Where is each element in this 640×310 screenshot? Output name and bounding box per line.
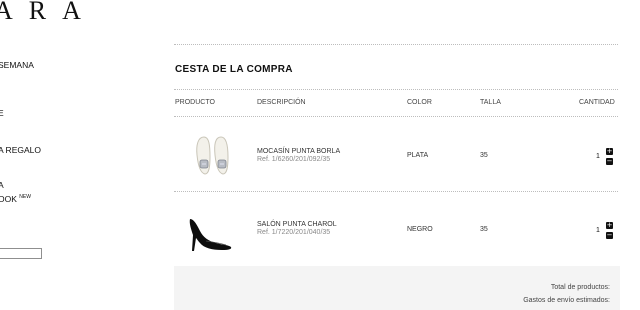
- product-size: 35: [480, 152, 488, 159]
- col-header-description: DESCRIPCIÓN: [257, 99, 306, 106]
- sidebar-nav: SEMANA E A REGALO A OOK NEW: [0, 0, 60, 310]
- sidebar-item-lookbook[interactable]: OOK NEW: [0, 192, 31, 205]
- quantity-value: 1: [596, 153, 600, 160]
- product-ref: Ref. 1/6260/201/092/35: [257, 156, 331, 163]
- sidebar-item-a[interactable]: A: [0, 180, 4, 191]
- sidebar-item-e[interactable]: E: [0, 108, 4, 119]
- divider: [174, 191, 618, 192]
- product-size: 35: [480, 226, 488, 233]
- pump-shoe-icon[interactable]: [186, 215, 234, 253]
- product-ref: Ref. 1/7220/201/040/35: [257, 229, 331, 236]
- product-color: NEGRO: [407, 226, 433, 233]
- sidebar-item-semana[interactable]: SEMANA: [0, 60, 34, 71]
- col-header-quantity: CANTIDAD: [579, 99, 615, 106]
- page-title: CESTA DE LA COMPRA: [175, 64, 293, 75]
- product-name[interactable]: SALÓN PUNTA CHAROL: [257, 221, 337, 228]
- quantity-minus-button[interactable]: −: [606, 158, 613, 165]
- new-badge: NEW: [19, 194, 31, 200]
- col-header-color: COLOR: [407, 99, 432, 106]
- divider: [174, 89, 618, 90]
- product-color: PLATA: [407, 152, 429, 159]
- totals-panel: Total de productos: Gastos de envío esti…: [174, 266, 620, 310]
- shipping-estimate-label: Gastos de envío estimados:: [523, 297, 610, 304]
- sidebar-item-lookbook-label: OOK: [0, 193, 17, 204]
- quantity-minus-button[interactable]: −: [606, 232, 613, 239]
- total-products-label: Total de productos:: [550, 284, 610, 291]
- sidebar-item-regalo[interactable]: A REGALO: [0, 145, 41, 156]
- quantity-plus-button[interactable]: +: [606, 222, 613, 229]
- divider: [174, 116, 618, 117]
- loafer-shoes-icon[interactable]: [190, 133, 236, 177]
- col-header-size: TALLA: [480, 99, 501, 106]
- col-header-product: PRODUCTO: [175, 99, 215, 106]
- quantity-value: 1: [596, 227, 600, 234]
- product-name[interactable]: MOCASÍN PUNTA BORLA: [257, 148, 340, 155]
- quantity-plus-button[interactable]: +: [606, 148, 613, 155]
- search-input[interactable]: [0, 248, 42, 259]
- divider: [174, 44, 618, 45]
